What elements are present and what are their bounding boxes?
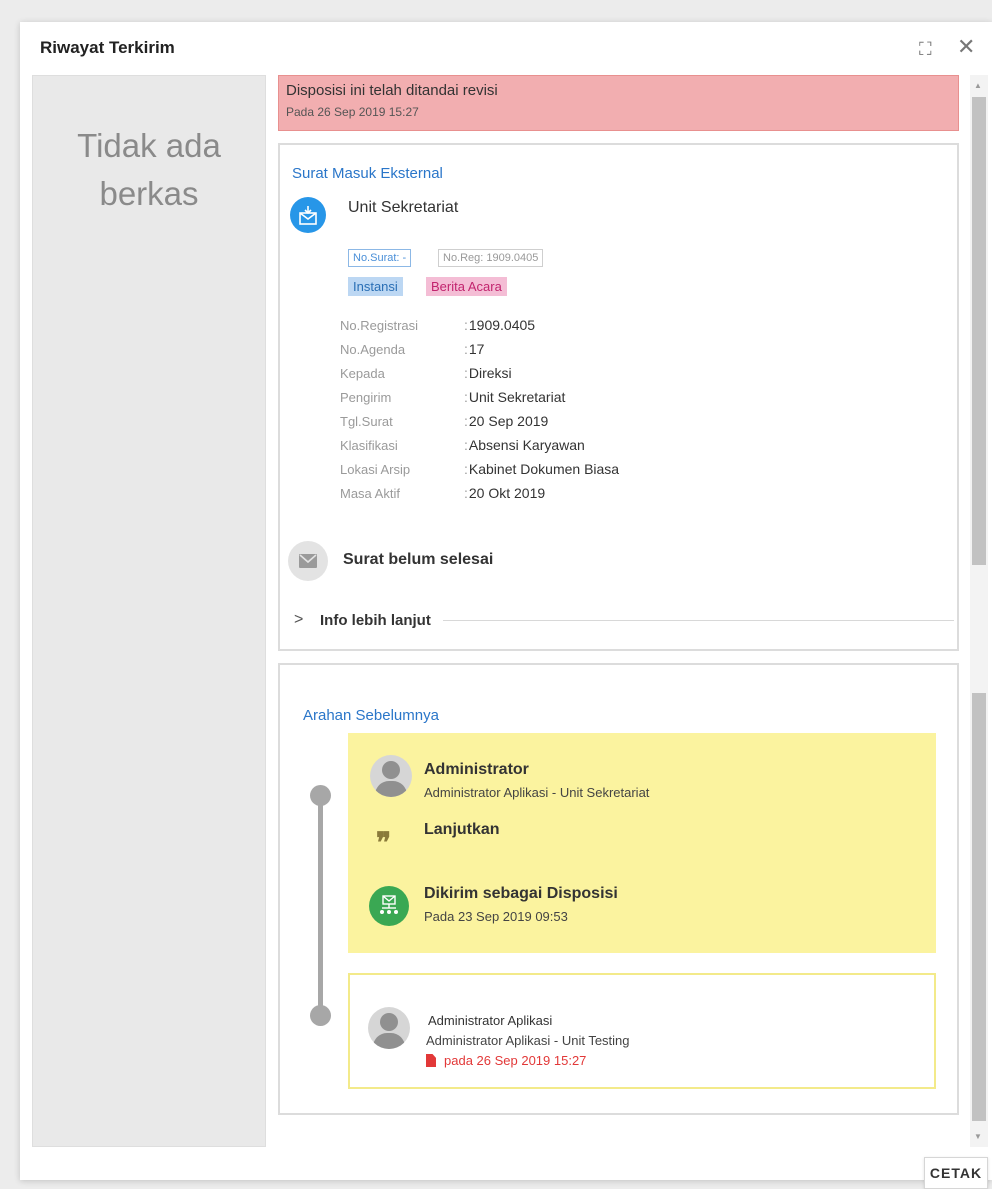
no-reg-tag: No.Reg: 1909.0405 — [438, 249, 544, 267]
no-surat-tag: No.Surat: - — [348, 249, 412, 267]
meta-row: Tgl.Surat :20 Sep 2019 — [340, 413, 549, 429]
recipient-name: Administrator Aplikasi — [428, 1013, 553, 1028]
section-title: Arahan Sebelumnya — [303, 707, 439, 724]
meta-row: No.Agenda :17 — [340, 341, 485, 357]
meta-value: Direksi — [468, 365, 512, 381]
revision-date-text: pada 26 Sep 2019 15:27 — [444, 1053, 587, 1068]
letter-status: Surat belum selesai — [343, 551, 494, 568]
revision-banner: Disposisi ini telah ditandai revisi Pada… — [278, 75, 959, 131]
timeline-entry: Administrator Administrator Aplikasi - U… — [348, 733, 936, 953]
content-area: Disposisi ini telah ditandai revisi Pada… — [278, 75, 970, 1147]
previous-direction-card: Arahan Sebelumnya Administrator Administ… — [278, 663, 959, 1115]
meta-value: 1909.0405 — [468, 317, 536, 333]
revision-date-link[interactable]: pada 26 Sep 2019 15:27 — [426, 1053, 586, 1068]
meta-row: Klasifikasi : Absensi Karyawan — [340, 437, 585, 453]
avatar — [368, 1007, 410, 1049]
meta-key: Klasifikasi — [340, 437, 398, 453]
unit-name: Unit Sekretariat — [348, 199, 459, 216]
print-button[interactable]: CETAK — [924, 1157, 988, 1189]
action-date: Pada 23 Sep 2019 09:53 — [424, 909, 568, 924]
meta-key: No.Registrasi — [340, 317, 419, 333]
scroll-down-arrow-icon[interactable]: ▼ — [974, 1132, 982, 1141]
category-tag: Berita Acara — [426, 277, 507, 296]
chevron-right-icon: > — [294, 611, 304, 628]
timeline-line — [318, 795, 323, 1017]
letter-card: Surat Masuk Eksternal Unit Sekretariat N… — [278, 143, 959, 651]
disposition-sent-icon — [369, 886, 409, 926]
expand-icon[interactable]: ⛶ — [919, 40, 932, 58]
meta-row: Kepada : Direksi — [340, 365, 512, 381]
more-info-toggle[interactable]: > Info lebih lanjut — [294, 611, 954, 629]
timeline-dot — [310, 785, 331, 806]
sender-name: Administrator — [424, 761, 529, 778]
meta-row: Pengirim : Unit Sekretariat — [340, 389, 566, 405]
scroll-up-arrow-icon[interactable]: ▲ — [974, 81, 982, 90]
meta-value: Unit Sekretariat — [468, 389, 566, 405]
meta-key: Kepada — [340, 365, 385, 381]
empty-files-text: Tidak ada berkas — [77, 127, 221, 212]
scrollbar-thumb[interactable] — [972, 693, 986, 1121]
dialog-title: Riwayat Terkirim — [40, 38, 175, 57]
riwayat-dialog: Riwayat Terkirim ⛶ ✕ Tidak ada berkas Di… — [20, 22, 992, 1189]
file-panel: Tidak ada berkas — [32, 75, 266, 1147]
revision-date: Pada 26 Sep 2019 15:27 — [286, 105, 419, 119]
revision-title: Disposisi ini telah ditandai revisi — [286, 82, 498, 99]
direction-message: Lanjutkan — [424, 821, 500, 838]
avatar — [370, 755, 412, 797]
meta-value: 20 Sep 2019 — [468, 413, 549, 429]
instansi-tag: Instansi — [348, 277, 403, 296]
inbox-mail-icon — [290, 197, 326, 233]
action-title: Dikirim sebagai Disposisi — [424, 885, 618, 902]
meta-key: Masa Aktif — [340, 485, 400, 501]
more-info-label: Info lebih lanjut — [320, 611, 431, 629]
timeline-entry: Administrator Aplikasi Administrator Apl… — [348, 973, 936, 1089]
meta-value: 20 Okt 2019 — [468, 485, 546, 501]
close-icon[interactable]: ✕ — [957, 36, 975, 58]
meta-value: 17 — [468, 341, 485, 357]
meta-row: No.Registrasi :1909.0405 — [340, 317, 536, 333]
meta-key: No.Agenda — [340, 341, 406, 357]
meta-key: Tgl.Surat — [340, 413, 393, 429]
letter-metadata: No.Registrasi :1909.0405 No.Agenda :17 K… — [340, 313, 619, 505]
meta-value: Kabinet Dokumen Biasa — [468, 461, 620, 477]
letter-type-link[interactable]: Surat Masuk Eksternal — [292, 165, 443, 182]
divider — [442, 619, 954, 621]
meta-value: Absensi Karyawan — [468, 437, 585, 453]
meta-key: Pengirim — [340, 389, 392, 405]
scrollbar-thumb[interactable] — [972, 97, 986, 565]
file-pdf-icon — [426, 1054, 436, 1067]
quote-icon: ❞ — [376, 826, 392, 859]
sender-role: Administrator Aplikasi - Unit Sekretaria… — [424, 785, 650, 800]
meta-row: Lokasi Arsip : Kabinet Dokumen Biasa — [340, 461, 620, 477]
meta-key: Lokasi Arsip — [340, 461, 411, 477]
vertical-scrollbar[interactable]: ▲ ▼ — [970, 75, 988, 1147]
meta-row: Masa Aktif :20 Okt 2019 — [340, 485, 546, 501]
recipient-role: Administrator Aplikasi - Unit Testing — [426, 1033, 630, 1048]
timeline-dot — [310, 1005, 331, 1026]
envelope-icon — [288, 541, 328, 581]
